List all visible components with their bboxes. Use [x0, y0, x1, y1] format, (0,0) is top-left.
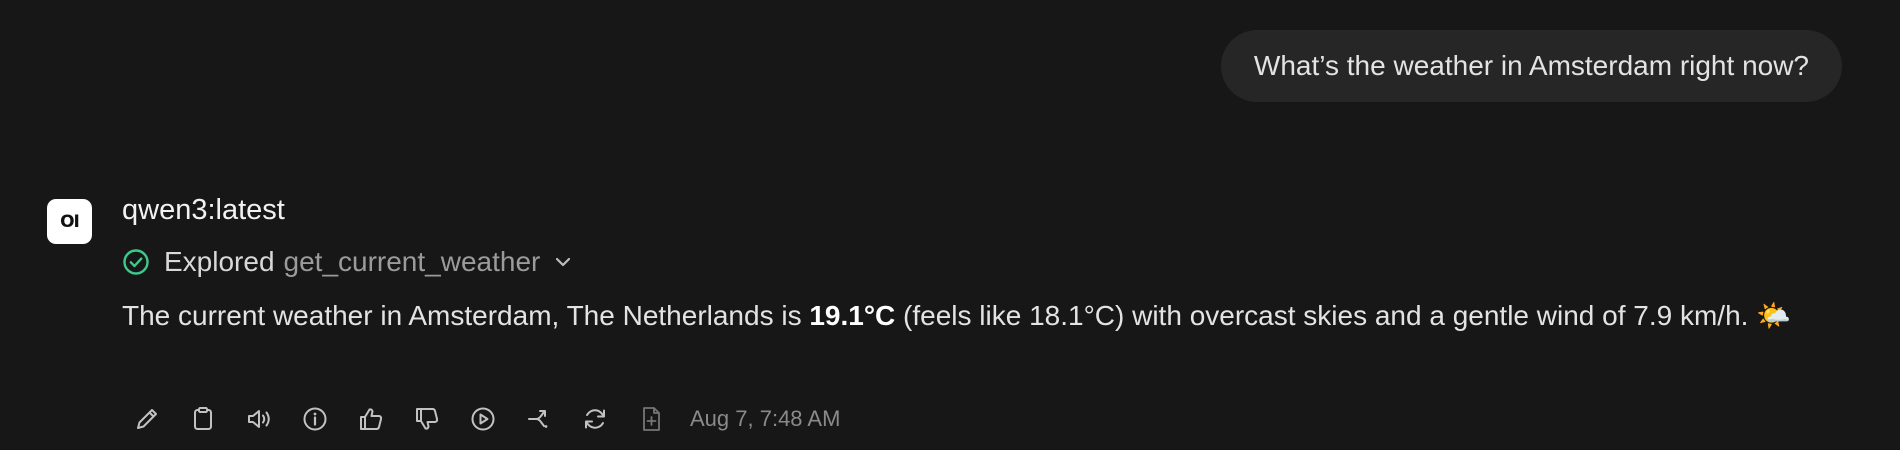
branch-button[interactable]	[520, 400, 558, 438]
model-name: qwen3:latest	[122, 194, 285, 226]
pencil-icon	[137, 409, 157, 429]
refresh-icon	[585, 409, 605, 429]
info-icon	[303, 407, 327, 431]
copy-button[interactable]	[184, 400, 222, 438]
check-circle-icon	[122, 248, 150, 276]
generation-info-button[interactable]	[296, 400, 334, 438]
message-action-bar: Aug 7, 7:48 AM	[128, 398, 840, 440]
add-file-icon	[643, 407, 660, 431]
tool-status: Explored	[164, 246, 275, 277]
tool-call-summary[interactable]: Explored get_current_weather	[122, 242, 1852, 282]
assistant-message: qwen3:latest Explored get_current_weathe…	[122, 190, 1852, 340]
thumbs-up-icon	[360, 408, 383, 430]
model-avatar: OI	[47, 199, 92, 244]
response-text-part1: The current weather in Amsterdam, The Ne…	[122, 300, 810, 331]
read-aloud-button[interactable]	[240, 400, 278, 438]
thumbs-up-button[interactable]	[352, 400, 390, 438]
edit-button[interactable]	[128, 400, 166, 438]
thumbs-down-icon	[416, 408, 439, 430]
chevron-down-icon[interactable]	[552, 251, 574, 273]
clipboard-icon	[194, 407, 212, 430]
sun-cloud-emoji: 🌤️	[1756, 300, 1792, 331]
avatar-logo-text: OI	[60, 211, 80, 232]
user-message: What’s the weather in Amsterdam right no…	[1220, 30, 1842, 102]
regenerate-button[interactable]	[576, 400, 614, 438]
add-note-button[interactable]	[632, 400, 670, 438]
thumbs-down-button[interactable]	[408, 400, 446, 438]
response-temperature: 19.1°C	[809, 300, 896, 331]
speaker-icon	[248, 410, 270, 428]
response-text: The current weather in Amsterdam, The Ne…	[122, 292, 1852, 340]
play-circle-icon	[471, 407, 495, 431]
user-message-bubble: What’s the weather in Amsterdam right no…	[1220, 30, 1842, 102]
response-text-part2: (feels like 18.1°C) with overcast skies …	[895, 300, 1757, 331]
branch-icon	[528, 410, 548, 428]
message-timestamp: Aug 7, 7:48 AM	[690, 406, 841, 431]
continue-response-button[interactable]	[464, 400, 502, 438]
tool-name: get_current_weather	[283, 246, 541, 277]
